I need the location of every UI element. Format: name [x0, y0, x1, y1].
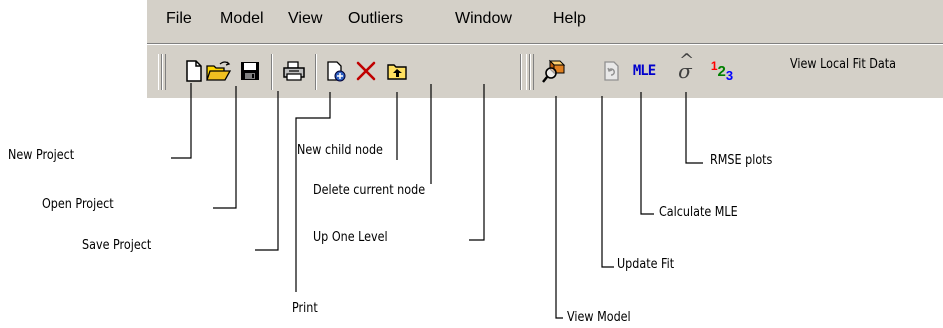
callout-save-project: Save Project	[82, 238, 152, 253]
callout-up-one-level: Up One Level	[313, 230, 388, 245]
leader-up-one-level	[469, 84, 485, 241]
callout-view-model: View Model	[567, 310, 631, 325]
leader-open-project	[213, 86, 237, 209]
callout-print: Print	[292, 301, 318, 316]
leader-view-model	[555, 96, 563, 319]
callout-new-project: New Project	[8, 148, 75, 163]
callout-delete-current-node: Delete current node	[313, 183, 426, 198]
callout-calculate-mle: Calculate MLE	[659, 205, 738, 220]
callout-rmse-plots: RMSE plots	[710, 153, 773, 168]
leader-update-fit	[601, 96, 614, 268]
callout-new-child-node: New child node	[297, 143, 383, 158]
leader-calculate-mle	[640, 92, 654, 215]
callout-leader-lines	[171, 83, 703, 319]
leader-rmse-plots	[685, 92, 703, 164]
callout-open-project: Open Project	[42, 197, 114, 212]
callout-view-local-fit-data: View Local Fit Data	[790, 57, 896, 72]
callout-update-fit: Update Fit	[617, 257, 675, 272]
leader-new-project	[171, 83, 192, 159]
leader-save-project	[255, 91, 279, 251]
